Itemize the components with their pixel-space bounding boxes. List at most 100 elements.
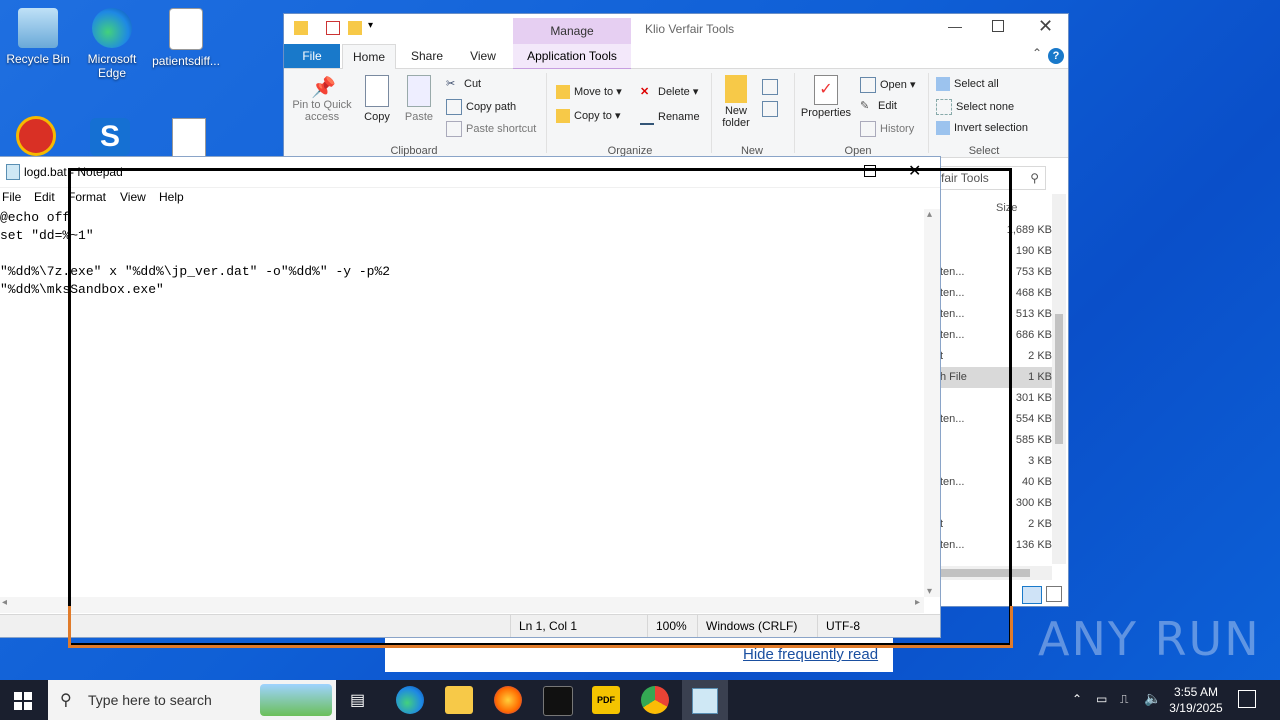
notification-icon[interactable] — [1238, 690, 1256, 708]
help-icon[interactable]: ? — [1048, 48, 1064, 64]
table-row[interactable]: 3 KB — [940, 451, 1052, 472]
ccleaner-icon[interactable] — [16, 116, 60, 156]
horizontal-scrollbar[interactable] — [940, 566, 1052, 580]
copy-button[interactable]: Copy — [360, 75, 394, 123]
taskbar-search-input[interactable]: ⚲ Type here to search — [48, 680, 336, 720]
manage-tab[interactable]: Manage — [513, 18, 631, 44]
minimize-button[interactable]: — — [948, 18, 962, 34]
scrollbar-thumb[interactable] — [940, 569, 1030, 577]
desktop-icon-recycle-bin[interactable]: Recycle Bin — [0, 0, 76, 66]
file-explorer-taskbar-icon[interactable] — [445, 686, 473, 714]
history-button[interactable]: History — [860, 121, 914, 137]
delete-button[interactable]: ✕ Delete ▾ — [640, 85, 698, 99]
table-row[interactable]: 190 KB — [940, 241, 1052, 262]
copy-to-button[interactable]: Copy to ▾ — [556, 109, 621, 124]
table-row[interactable]: 585 KB — [940, 430, 1052, 451]
open-button[interactable]: Open ▾ — [860, 77, 916, 93]
close-button[interactable]: ✕ — [908, 161, 921, 181]
chevron-down-icon[interactable]: ▾ — [368, 20, 373, 31]
table-row[interactable]: ten... 468 KB — [940, 283, 1052, 304]
tab-share[interactable]: Share — [404, 44, 450, 68]
table-row[interactable]: 1,689 KB — [940, 220, 1052, 241]
vertical-scrollbar[interactable] — [1052, 194, 1066, 564]
desktop-icon-edge[interactable]: Microsoft Edge — [74, 0, 150, 80]
move-to-button[interactable]: Move to ▾ — [556, 85, 622, 100]
scroll-left-icon[interactable]: ◂ — [2, 597, 7, 608]
table-row[interactable]: 300 KB — [940, 493, 1052, 514]
menu-view[interactable]: View — [120, 190, 146, 204]
menu-format[interactable]: Format — [68, 190, 106, 204]
table-row[interactable]: ten... 40 KB — [940, 472, 1052, 493]
select-all-button[interactable]: Select all — [936, 77, 999, 91]
properties-button[interactable]: ✓ Properties — [798, 75, 854, 119]
maximize-button[interactable] — [992, 20, 1004, 32]
minimize-button[interactable]: — — [818, 161, 830, 175]
hide-frequently-read-link[interactable]: Hide frequently read — [743, 646, 878, 663]
tab-view[interactable]: View — [460, 44, 506, 68]
table-row[interactable]: ten... 753 KB — [940, 262, 1052, 283]
properties-icon[interactable] — [326, 21, 340, 35]
tab-application-tools[interactable]: Application Tools — [513, 44, 631, 70]
close-button[interactable]: ✕ — [1038, 16, 1053, 37]
scroll-up-icon[interactable]: ▴ — [927, 209, 932, 220]
chevron-up-icon[interactable]: ⌃ — [1072, 692, 1082, 706]
select-none-button[interactable]: Select none — [936, 99, 1014, 115]
table-row[interactable]: ten... 554 KB — [940, 409, 1052, 430]
file-icon[interactable] — [172, 118, 206, 158]
edit-button[interactable]: ✎ Edit — [860, 99, 897, 113]
new-folder-button[interactable]: New folder — [716, 75, 756, 129]
paste-shortcut-button[interactable]: Paste shortcut — [446, 121, 536, 137]
firefox-taskbar-icon[interactable] — [494, 686, 522, 714]
table-row[interactable]: ten... 513 KB — [940, 304, 1052, 325]
menu-edit[interactable]: Edit — [34, 190, 55, 204]
table-row[interactable]: ten... 136 KB — [940, 535, 1052, 556]
table-row[interactable]: h File 1 KB — [940, 367, 1052, 388]
tab-home[interactable]: Home — [342, 44, 396, 69]
cmd-taskbar-icon[interactable] — [543, 686, 573, 716]
table-row[interactable]: ten... 686 KB — [940, 325, 1052, 346]
scroll-down-icon[interactable]: ▾ — [927, 586, 932, 597]
network-wired-icon[interactable]: ⎍ — [1120, 692, 1128, 707]
pdf-taskbar-icon[interactable]: PDF — [592, 686, 620, 714]
notepad-taskbar-active[interactable] — [682, 680, 728, 720]
large-icons-view-icon[interactable] — [1046, 586, 1062, 602]
details-view-icon[interactable] — [1022, 586, 1042, 604]
network-icon[interactable]: ▭ — [1096, 692, 1107, 706]
new-folder-icon[interactable] — [348, 21, 362, 35]
organize-group-label: Organize — [607, 145, 653, 157]
collapse-ribbon-icon[interactable]: ⌃ — [1032, 46, 1042, 60]
table-row[interactable]: 301 KB — [940, 388, 1052, 409]
invert-selection-button[interactable]: Invert selection — [936, 121, 1028, 135]
pin-quick-access-button[interactable]: 📌 Pin to Quick access — [290, 75, 354, 123]
search-input[interactable]: fair Tools ⚲ — [940, 166, 1046, 190]
scroll-right-icon[interactable]: ▸ — [915, 597, 920, 608]
edge-taskbar-icon[interactable] — [396, 686, 424, 714]
easy-access-icon[interactable] — [762, 101, 778, 117]
horizontal-scrollbar[interactable]: ◂ ▸ — [0, 597, 924, 613]
new-group-label: New — [740, 145, 763, 157]
paste-button[interactable]: Paste — [402, 75, 436, 123]
volume-icon[interactable]: 🔈 — [1144, 690, 1161, 707]
clock[interactable]: 3:55 AM 3/19/2025 — [1166, 684, 1226, 716]
task-view-icon[interactable]: ▤ — [350, 690, 365, 710]
new-item-icon[interactable] — [762, 79, 778, 95]
vertical-scrollbar[interactable]: ▴ ▾ — [924, 209, 940, 597]
skype-icon[interactable]: S — [90, 118, 130, 156]
copy-path-button[interactable]: Copy path — [446, 99, 516, 115]
menu-help[interactable]: Help — [159, 190, 184, 204]
table-row[interactable]: t 2 KB — [940, 514, 1052, 535]
scrollbar-thumb[interactable] — [1055, 314, 1063, 444]
rename-button[interactable]: Rename — [640, 109, 700, 125]
cut-button[interactable]: ✂ Cut — [446, 77, 481, 91]
desktop-icon-patientsdiff[interactable]: patientsdiff... — [148, 0, 224, 68]
table-row[interactable]: t 2 KB — [940, 346, 1052, 367]
ribbon-separator — [546, 73, 547, 153]
move-to-icon — [556, 85, 570, 100]
chrome-taskbar-icon[interactable] — [641, 686, 669, 714]
tab-file[interactable]: File — [284, 44, 340, 68]
text-editor[interactable]: @echo off set "dd=%~1" "%dd%\7z.exe" x "… — [0, 209, 924, 597]
start-button[interactable] — [14, 692, 32, 710]
maximize-button[interactable] — [864, 165, 876, 177]
menu-file[interactable]: File — [2, 190, 21, 204]
size-column-header[interactable]: Size — [996, 202, 1017, 214]
